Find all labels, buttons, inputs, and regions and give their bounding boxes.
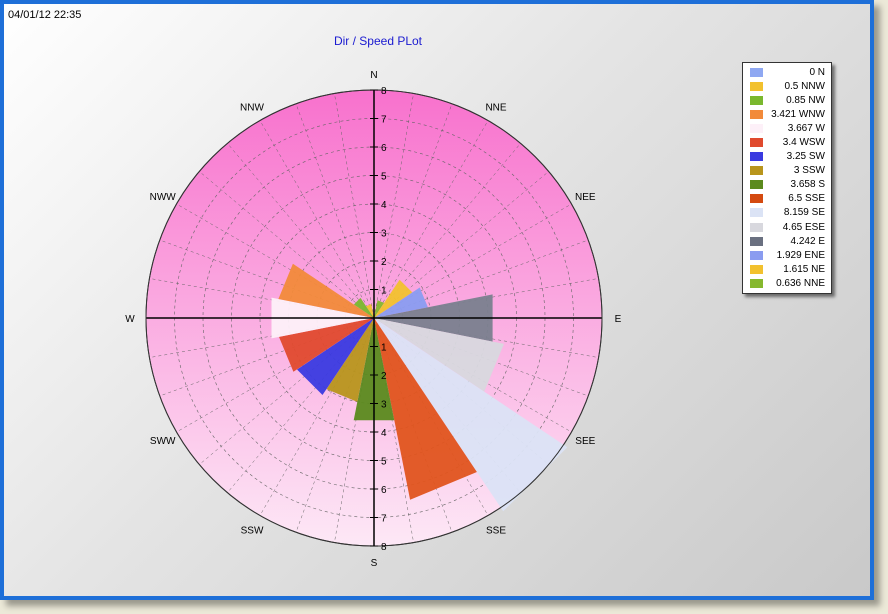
direction-label: NEE [575, 192, 596, 203]
direction-label: NWW [150, 192, 177, 203]
radial-tick-label: 5 [381, 172, 387, 183]
legend-item: 8.159 SE [743, 206, 831, 220]
direction-label: E [615, 314, 622, 325]
radial-tick-label: 4 [381, 428, 387, 439]
legend-item: 3 SSW [743, 164, 831, 178]
legend-swatch [750, 138, 763, 148]
legend-label: 1.929 ENE [776, 249, 825, 261]
direction-label: NNE [485, 103, 506, 114]
legend-label: 3.658 S [790, 179, 825, 191]
legend-label: 3.4 WSW [782, 137, 825, 149]
legend-item: 3.25 SW [743, 150, 831, 164]
legend-label: 3.667 W [787, 122, 825, 134]
legend-label: 0.5 NNW [784, 80, 825, 92]
legend-label: 8.159 SE [783, 207, 825, 219]
radial-tick-label: 1 [381, 286, 387, 297]
radial-tick-label: 3 [381, 400, 387, 411]
legend-item: 0.85 NW [743, 93, 831, 107]
legend-swatch [750, 278, 763, 288]
direction-label: SEE [575, 436, 595, 447]
direction-label: W [125, 314, 135, 325]
radial-tick-label: 2 [381, 371, 387, 382]
legend-item: 3.4 WSW [743, 135, 831, 149]
legend-label: 3 SSW [793, 165, 825, 177]
radial-tick-label: 8 [381, 542, 387, 553]
chart-window: 04/01/12 22:35 Dir / Speed PLot 11223344… [0, 0, 874, 600]
legend-swatch [750, 152, 763, 162]
direction-label: N [370, 70, 377, 81]
legend-swatch [750, 236, 763, 246]
legend-swatch [750, 109, 763, 119]
legend-item: 3.658 S [743, 178, 831, 192]
legend-swatch [750, 67, 763, 77]
legend-label: 6.5 SSE [788, 193, 825, 205]
legend-label: 4.242 E [790, 235, 825, 247]
polar-chart: 1122334455667788NNNENEEESEESSESSSWSWWWNW… [125, 70, 622, 569]
radial-tick-label: 5 [381, 457, 387, 468]
radial-tick-label: 4 [381, 200, 387, 211]
legend-item: 1.615 NE [743, 262, 831, 276]
legend-item: 0 N [743, 65, 831, 79]
legend-item: 6.5 SSE [743, 192, 831, 206]
direction-label: S [371, 558, 378, 569]
legend-label: 0 N [809, 66, 825, 78]
radial-tick-label: 2 [381, 257, 387, 268]
legend-label: 1.615 NE [783, 263, 825, 275]
legend-swatch [750, 180, 763, 190]
direction-label: SWW [150, 436, 176, 447]
legend-swatch [750, 95, 763, 105]
legend-swatch [750, 222, 763, 232]
legend-swatch [750, 81, 763, 91]
direction-label: SSE [486, 525, 506, 536]
legend-label: 3.421 WNW [771, 108, 825, 120]
legend-item: 4.242 E [743, 234, 831, 248]
legend-item: 3.667 W [743, 121, 831, 135]
legend-label: 3.25 SW [786, 151, 825, 163]
legend-swatch [750, 264, 763, 274]
legend-swatch [750, 250, 763, 260]
legend-swatch [750, 208, 763, 218]
legend-swatch [750, 123, 763, 133]
legend-item: 4.65 ESE [743, 220, 831, 234]
radial-tick-label: 7 [381, 115, 387, 126]
legend-item: 3.421 WNW [743, 107, 831, 121]
radial-tick-label: 3 [381, 229, 387, 240]
legend-label: 0.636 NNE [776, 277, 825, 289]
radial-tick-label: 6 [381, 143, 387, 154]
legend-label: 4.65 ESE [782, 221, 825, 233]
legend-item: 0.5 NNW [743, 79, 831, 93]
legend-label: 0.85 NW [786, 94, 825, 106]
legend-swatch [750, 166, 763, 176]
direction-label: SSW [241, 525, 264, 536]
radial-tick-label: 6 [381, 485, 387, 496]
radial-tick-label: 7 [381, 514, 387, 525]
radial-tick-label: 8 [381, 86, 387, 97]
chart-legend: 0 N 0.5 NNW 0.85 NW 3.421 WNW 3.667 W 3.4 WSW… [742, 62, 832, 294]
legend-item: 1.929 ENE [743, 248, 831, 262]
legend-swatch [750, 194, 763, 204]
legend-item: 0.636 NNE [743, 276, 831, 290]
radial-tick-label: 1 [381, 343, 387, 354]
direction-label: NNW [240, 103, 264, 114]
